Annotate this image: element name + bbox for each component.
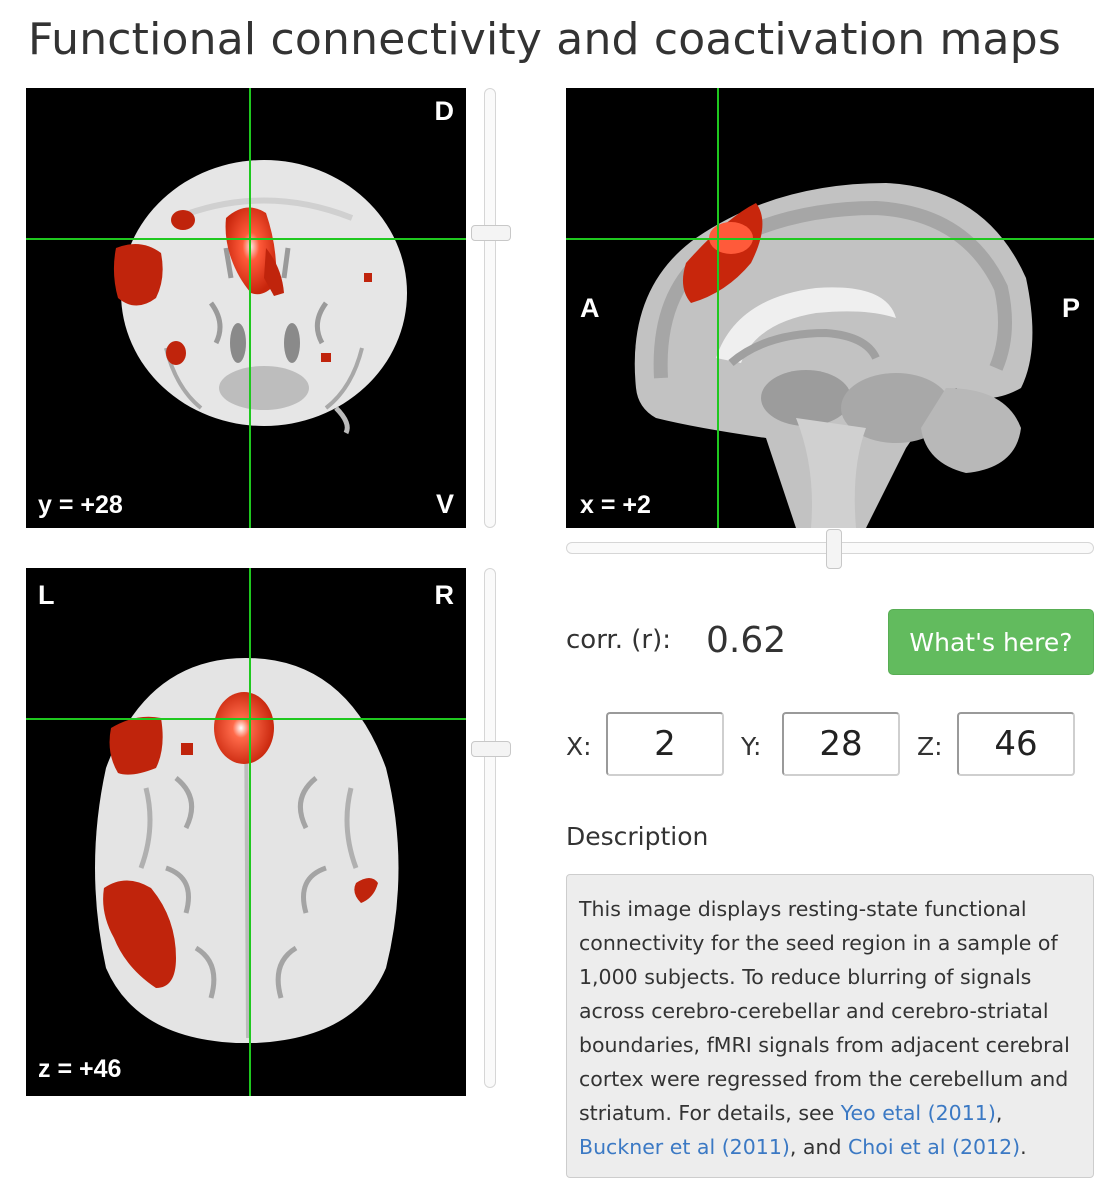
sagittal-posterior-label: P [1061,293,1080,323]
sagittal-coordinate: x = +2 [580,491,651,519]
description-end: . [1020,1135,1027,1159]
description-text: This image displays resting-state functi… [579,897,1070,1125]
coronal-brain-image [26,88,466,528]
z-coordinate-label: Z: [917,732,943,761]
x-coordinate-label: X: [566,732,592,761]
axial-view[interactable]: L R z = +46 [26,568,466,1096]
x-coordinate-input[interactable] [606,712,724,776]
description-separator-2: , and [789,1135,848,1159]
axial-right-label: R [434,580,455,610]
z-coordinate-input[interactable] [957,712,1075,776]
sagittal-slider-handle[interactable] [826,529,843,569]
sagittal-anterior-label: A [580,293,600,323]
coronal-view[interactable]: D V y = +28 [26,88,466,528]
buckner-2011-link[interactable]: Buckner et al (2011) [579,1135,790,1159]
coronal-slider-handle[interactable] [471,224,511,241]
page-title: Functional connectivity and coactivation… [28,14,1061,65]
y-coordinate-input[interactable] [782,712,900,776]
axial-slider-handle[interactable] [471,741,511,758]
axial-brain-image [26,568,466,1096]
coronal-slider-track[interactable] [484,88,496,528]
description-heading: Description [566,822,709,851]
sagittal-view[interactable]: A P x = +2 [566,88,1094,528]
coronal-ventral-label: V [435,489,454,519]
correlation-value: 0.62 [706,620,787,661]
description-box: This image displays resting-state functi… [566,874,1094,1178]
whats-here-button[interactable]: What's here? [888,609,1094,675]
axial-left-label: L [38,580,55,610]
axial-slider-track[interactable] [484,568,496,1088]
correlation-label: corr. (r): [566,625,672,655]
coronal-coordinate: y = +28 [38,491,123,519]
choi-2012-link[interactable]: Choi et al (2012) [848,1135,1020,1159]
sagittal-brain-image [566,88,1094,528]
y-coordinate-label: Y: [741,732,762,761]
yeo-2011-link[interactable]: Yeo etal (2011) [841,1101,996,1125]
description-separator-1: , [995,1101,1003,1125]
coronal-dorsal-label: D [434,96,455,126]
axial-coordinate: z = +46 [38,1055,122,1083]
